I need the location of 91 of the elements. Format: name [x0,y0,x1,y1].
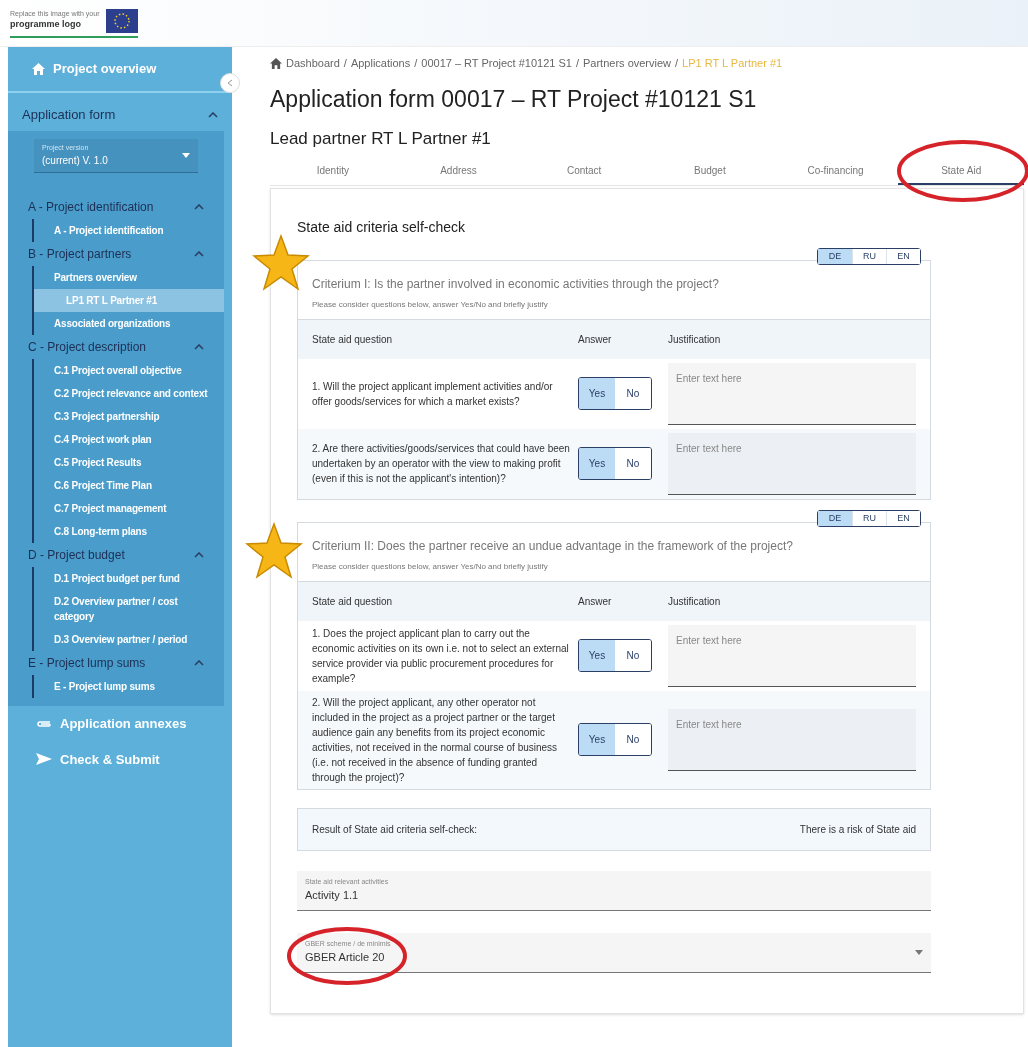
nav-link[interactable]: Check & Submit [60,749,160,769]
nav-item[interactable]: E - Project lump sums [34,675,224,698]
chevron-left-icon [227,79,233,87]
field-value: GBER Article 20 [305,950,386,965]
dropdown-icon [182,152,190,158]
chevron-up-icon[interactable] [208,111,218,118]
column-header: Answer [578,332,613,347]
answer-toggle[interactable]: Yes [579,640,615,671]
tab[interactable]: Address [395,157,522,185]
nav-item[interactable]: C.3 Project partnership [34,405,224,428]
tab[interactable]: Identity [270,157,396,185]
chevron-up-icon[interactable] [194,251,204,257]
column-header: Answer [578,594,613,609]
send-icon [36,753,52,766]
chevron-up-icon[interactable] [194,344,204,350]
answer-toggle[interactable]: Yes [579,724,615,755]
tab[interactable]: Contact [521,157,647,185]
language-toggle[interactable]: EN [886,248,920,264]
field-value: (current) V. 1.0 [42,154,108,168]
answer-toggle[interactable]: Yes [579,378,615,409]
column-header: Justification [668,332,722,347]
question-text: 2. Are there activities/goods/services that could have been undertaken by an operator with the view to making profit (even if this is not the applicant's intention)? [312,442,571,486]
paperclip-icon [36,719,52,728]
column-header: State aid question [312,332,394,347]
tab[interactable]: Budget [647,157,773,185]
nav-item[interactable]: D.2 Overview partner / cost category [34,590,224,628]
question-text: 2. Will the project applicant, any other operator not included in the project as a project partner or the target audience gain any benefits from its project economic activities, not received in the normal course of business (i.e. not received in the absence of funding granted through the project)? [312,695,559,785]
nav-item[interactable]: C.6 Project Time Plan [34,474,224,497]
section-heading: State aid criteria self-check [297,217,467,237]
breadcrumb-separator: / [575,56,579,71]
question-text: 1. Will the project applicant implement activities and/or offer goods/services for which a market exists? [312,379,554,409]
language-toggle[interactable]: EN [886,510,920,526]
answer-toggle[interactable]: No [615,724,651,755]
section-title[interactable]: Application form [22,105,116,125]
justification-field[interactable]: Enter text here [668,432,916,495]
nav-item[interactable]: C.5 Project Results [34,451,224,474]
nav-item[interactable]: D.3 Overview partner / period [34,628,224,651]
home-icon [270,57,282,69]
breadcrumb-separator: / [414,56,418,71]
justification-field[interactable]: Enter text here [668,708,916,771]
section-title[interactable]: A - Project identification [28,198,154,216]
column-header: State aid question [312,594,394,609]
criterion-hint: Please consider questions below, answer Yes/No and briefly justify [312,298,549,311]
question-text: 1. Does the project applicant plan to carry out the economic activities on its own i.e. not to select an external service provider via public procurement procedures for example? [312,626,570,686]
chevron-up-icon[interactable] [194,204,204,210]
star-annotation [252,234,310,292]
result-value: There is a risk of State aid [799,822,916,837]
section-title[interactable]: B - Project partners [28,245,132,263]
star-annotation [245,522,303,580]
breadcrumb-separator: / [675,56,679,71]
justification-field[interactable]: Enter text here [668,362,916,425]
criterion-hint: Please consider questions below, answer Yes/No and briefly justify [312,560,549,573]
breadcrumb-separator: / [343,56,347,71]
nav-item[interactable]: C.1 Project overall objective [34,359,224,382]
language-toggle[interactable]: DE [818,510,852,526]
home-icon [32,63,45,75]
nav-link[interactable]: Application annexes [60,714,187,734]
page-title: Application form 00017 – RT Project #10121 S1 [270,84,758,114]
nav-item[interactable]: C.4 Project work plan [34,428,224,451]
tab[interactable]: Co-financing [772,157,899,185]
criterion-title: Criterium II: Does the partner receive an undue advantage in the framework of the project? [312,537,794,555]
result-label: Result of State aid criteria self-check: [312,822,478,837]
nav-item[interactable]: A - Project identification [34,219,224,242]
answer-toggle[interactable]: No [615,448,651,479]
flag-icon [105,8,138,33]
breadcrumb-link[interactable]: Applications [350,55,411,72]
language-toggle[interactable]: DE [818,248,852,264]
field-value: Activity 1.1 [305,888,360,903]
breadcrumb-link[interactable]: Dashboard [286,55,340,72]
nav-item[interactable]: C.2 Project relevance and context [34,382,224,405]
chevron-up-icon[interactable] [194,660,204,666]
justification-field[interactable]: Enter text here [668,624,916,687]
page-subtitle: Lead partner RT L Partner #1 [270,128,492,150]
collapse-button[interactable] [220,73,240,93]
nav-link[interactable]: Project overview [53,59,157,79]
section-title[interactable]: C - Project description [28,338,147,356]
nav-item[interactable]: Associated organizations [34,312,224,335]
section-title[interactable]: D - Project budget [28,546,125,564]
answer-toggle[interactable]: Yes [579,448,615,479]
breadcrumb-link[interactable]: 00017 – RT Project #10121 S1 [421,55,572,72]
nav-item[interactable]: Partners overview [34,266,224,289]
logo-text: programme logo [10,18,82,31]
nav-item[interactable]: C.7 Project management [34,497,224,520]
column-header: Justification [668,594,722,609]
section-title[interactable]: E - Project lump sums [28,654,146,672]
dropdown-icon [915,949,923,955]
breadcrumb-link[interactable]: Partners overview [583,55,672,72]
nav-item[interactable]: C.8 Long-term plans [34,520,224,543]
nav-item[interactable]: D.1 Project budget per fund [34,567,224,590]
criterion-title: Criterium I: Is the partner involved in economic activities through the project? [312,275,720,293]
chevron-up-icon[interactable] [194,552,204,558]
